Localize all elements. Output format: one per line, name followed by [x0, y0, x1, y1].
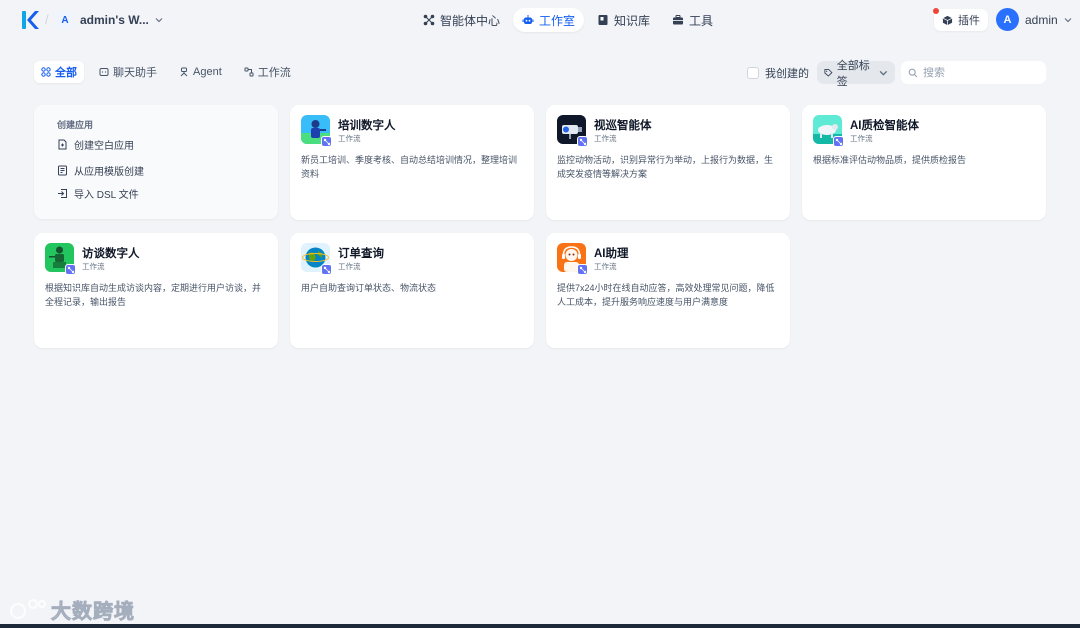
filter-label: 全部	[55, 67, 77, 79]
app-title: 访谈数字人	[82, 248, 140, 260]
filter-agent[interactable]: Agent	[172, 61, 229, 83]
filter-label: 聊天助手	[113, 67, 157, 79]
search-input[interactable]	[923, 66, 1033, 79]
create-app-card: 创建应用 创建空白应用 从应用模版创建 导入 DSL 文件	[34, 105, 278, 219]
nav-label: 知识库	[614, 13, 651, 28]
workflow-badge-icon	[321, 264, 332, 275]
chevron-down-icon	[155, 18, 163, 23]
app-type: 工作流	[82, 262, 105, 271]
filter-workflow[interactable]: 工作流	[237, 61, 298, 83]
import-dsl-button[interactable]: 导入 DSL 文件	[57, 186, 139, 201]
app-type-filters: 全部 聊天助手 Agent 工作流	[34, 61, 298, 83]
app-card[interactable]: 培训数字人 工作流 新员工培训、季度考核、自动总结培训情况，整理培训资料	[290, 105, 534, 220]
app-type: 工作流	[338, 262, 361, 271]
app-type: 工作流	[850, 134, 873, 143]
nav-label: 工作室	[539, 13, 576, 28]
template-icon	[58, 165, 67, 176]
app-card[interactable]: 访谈数字人 工作流 根据知识库自动生成访谈内容，定期进行用户访谈，并全程记录，输…	[34, 233, 278, 348]
app-type: 工作流	[594, 134, 617, 143]
create-app-title: 创建应用	[57, 120, 94, 130]
toolbox-icon	[673, 15, 684, 25]
filter-all[interactable]: 全部	[34, 61, 84, 83]
chevron-down-icon	[879, 70, 888, 76]
app-card[interactable]: AI助理 工作流 提供7x24小时在线自动应答，高效处理常见问题，降低人工成本，…	[546, 233, 790, 348]
create-item-label: 从应用模版创建	[74, 167, 144, 178]
create-blank-app-button[interactable]: 创建空白应用	[57, 137, 134, 152]
workspace-name: admin's W...	[80, 13, 149, 27]
window-bottom-edge	[0, 624, 1080, 628]
app-description: 用户自助查询订单状态、物流状态	[301, 283, 437, 293]
workspace-switcher[interactable]: A admin's W...	[56, 9, 163, 31]
search-icon	[908, 68, 918, 77]
nav-agent-center[interactable]: 智能体中心	[414, 8, 509, 32]
app-description: 根据标准评估动物品质，提供质检报告	[813, 155, 967, 165]
robot-icon	[522, 15, 534, 24]
created-by-me-toggle[interactable]: 我创建的	[747, 65, 809, 81]
filter-label: Agent	[193, 66, 222, 78]
app-title: 视巡智能体	[594, 120, 652, 132]
app-description: 新员工培训、季度考核、自动总结培训情况，整理培训资料	[301, 155, 518, 179]
nav-tools[interactable]: 工具	[663, 8, 722, 32]
plugin-button[interactable]: 插件	[933, 8, 988, 31]
top-bar: / A admin's W... 智能体中心 工作室 知识库 工具 插件 A a…	[0, 0, 1080, 40]
watermark: 大数跨境	[9, 595, 135, 624]
chevron-down-icon	[1064, 17, 1072, 22]
search-box	[901, 61, 1046, 84]
plugin-label: 插件	[958, 15, 980, 27]
app-description: 提供7x24小时在线自动应答，高效处理常见问题，降低人工成本，提升服务响应速度与…	[557, 283, 775, 307]
nav-knowledge[interactable]: 知识库	[588, 8, 659, 32]
nodes-icon	[423, 14, 435, 26]
app-title: AI助理	[594, 248, 629, 260]
import-icon	[58, 189, 67, 198]
tag-filter-dropdown[interactable]: 全部标签	[817, 60, 895, 88]
workflow-badge-icon	[833, 136, 844, 147]
workspace-avatar: A	[56, 11, 74, 29]
user-menu[interactable]: A admin	[996, 8, 1072, 31]
nav-label: 工具	[689, 13, 714, 28]
user-name: admin	[1025, 12, 1058, 27]
main-nav: 智能体中心 工作室 知识库 工具	[414, 8, 722, 32]
app-title: AI质检智能体	[850, 120, 919, 132]
filter-chat-assistant[interactable]: 聊天助手	[92, 61, 164, 83]
tag-icon	[824, 68, 833, 77]
app-title: 订单查询	[338, 248, 384, 260]
nav-label: 智能体中心	[440, 13, 501, 28]
avatar: A	[996, 8, 1019, 31]
chat-icon	[99, 68, 109, 76]
breadcrumb-separator: /	[45, 12, 49, 27]
create-from-template-button[interactable]: 从应用模版创建	[57, 163, 144, 178]
watermark-logo-icon	[10, 598, 46, 619]
new-file-icon	[58, 139, 67, 150]
notification-dot	[933, 8, 939, 14]
app-type: 工作流	[338, 134, 361, 143]
app-card[interactable]: 视巡智能体 工作流 监控动物活动，识别异常行为举动，上报行为数据，生成突发疫情等…	[546, 105, 790, 220]
app-title: 培训数字人	[338, 120, 396, 132]
app-card[interactable]: 订单查询 工作流 用户自助查询订单状态、物流状态	[290, 233, 534, 348]
workflow-badge-icon	[321, 136, 332, 147]
watermark-text: 大数跨境	[51, 601, 135, 624]
workflow-badge-icon	[577, 264, 588, 275]
created-by-me-checkbox[interactable]	[747, 67, 759, 79]
create-item-label: 创建空白应用	[74, 141, 134, 152]
app-description: 根据知识库自动生成访谈内容，定期进行用户访谈，并全程记录，输出报告	[45, 283, 262, 307]
workflow-badge-icon	[577, 136, 588, 147]
workflow-icon	[244, 67, 254, 77]
workflow-badge-icon	[65, 264, 76, 275]
book-icon	[598, 15, 608, 25]
tag-filter-label: 全部标签	[836, 59, 870, 88]
logo-icon[interactable]	[21, 10, 39, 30]
agent-icon	[180, 67, 188, 77]
grid-icon	[41, 67, 51, 77]
cube-icon	[942, 15, 953, 25]
app-type: 工作流	[594, 262, 617, 271]
app-description: 监控动物活动，识别异常行为举动，上报行为数据，生成突发疫情等解决方案	[557, 155, 774, 179]
nav-studio[interactable]: 工作室	[513, 8, 585, 32]
create-item-label: 导入 DSL 文件	[74, 190, 139, 201]
created-by-me-label: 我创建的	[765, 68, 809, 80]
app-card[interactable]: AI质检智能体 工作流 根据标准评估动物品质，提供质检报告	[802, 105, 1046, 220]
filter-label: 工作流	[257, 67, 291, 79]
